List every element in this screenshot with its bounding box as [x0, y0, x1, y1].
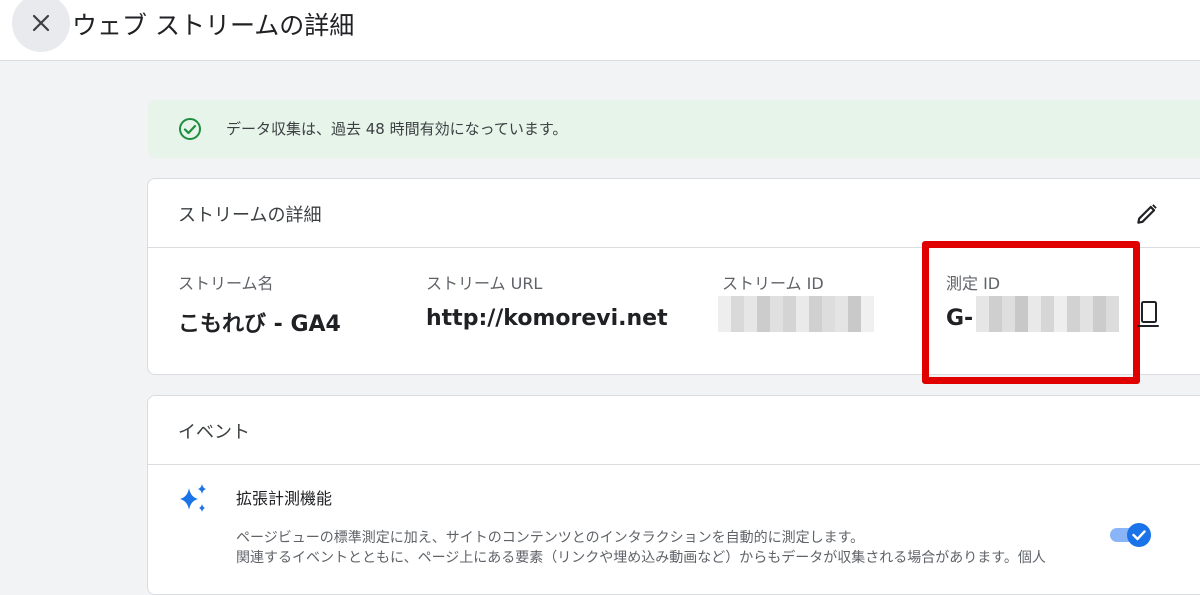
- enhanced-measurement-toggle[interactable]: [1108, 522, 1152, 548]
- close-button[interactable]: [12, 0, 70, 52]
- copy-button[interactable]: [1136, 300, 1162, 330]
- enhanced-measurement-title: 拡張計測機能: [236, 489, 333, 508]
- stream-url-field: ストリーム URL http://komorevi.net: [426, 270, 668, 331]
- events-heading: イベント: [178, 422, 250, 443]
- events-header: イベント: [148, 396, 1200, 465]
- measurement-id-highlight: [922, 241, 1140, 384]
- edit-button[interactable]: [1134, 201, 1160, 227]
- stream-url-label: ストリーム URL: [426, 274, 543, 293]
- check-circle-icon: [179, 118, 201, 140]
- pencil-icon: [1137, 204, 1157, 224]
- stream-details-heading: ストリームの詳細: [178, 205, 322, 226]
- stream-name-field: ストリーム名 こもれび - GA4: [178, 270, 341, 338]
- status-banner: データ収集は、過去 48 時間有効になっています。: [148, 100, 1200, 158]
- toggle-switch: [1110, 523, 1151, 547]
- stream-id-label: ストリーム ID: [722, 274, 824, 293]
- stream-name-value: こもれび - GA4: [178, 312, 341, 337]
- enhanced-measurement-description: ページビューの標準測定に加え、サイトのコンテンツとのインタラクションを自動的に測…: [236, 530, 865, 546]
- sparkle-icon: [180, 484, 206, 512]
- stream-url-value: http://komorevi.net: [426, 306, 668, 331]
- card-header: ストリームの詳細: [148, 179, 1200, 248]
- stream-id-field: ストリーム ID: [722, 270, 824, 294]
- stream-id-redacted: [718, 296, 874, 332]
- close-icon: [32, 14, 50, 32]
- status-message: データ収集は、過去 48 時間有効になっています。: [226, 120, 568, 138]
- page-title: ウェブ ストリームの詳細: [72, 11, 355, 40]
- top-bar: ウェブ ストリームの詳細: [0, 0, 1200, 61]
- copy-icon: [1137, 301, 1159, 327]
- stream-name-label: ストリーム名: [178, 274, 274, 293]
- enhanced-measurement-description-2: 関連するイベントとともに、ページ上にある要素（リンクや埋め込み動画など）からもデ…: [236, 550, 1046, 566]
